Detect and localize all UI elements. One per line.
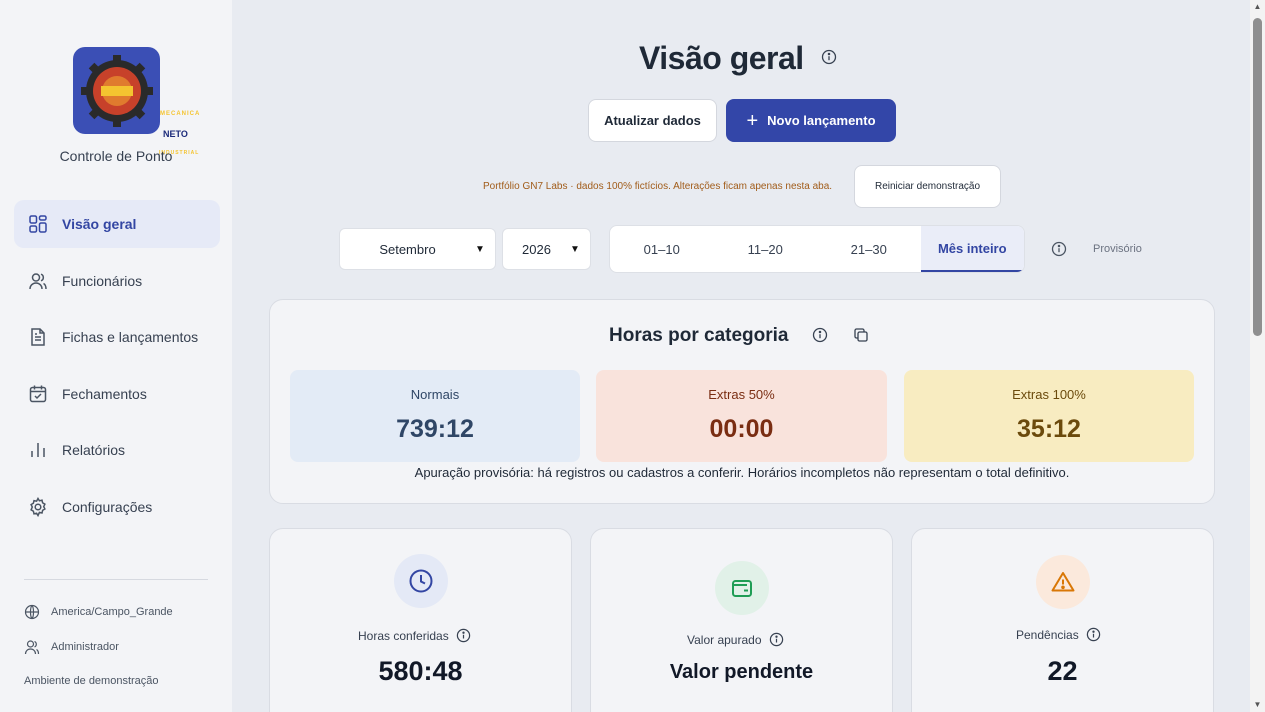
environment-label: Ambiente de demonstração: [24, 675, 159, 687]
app-name: Controle de Ponto: [59, 148, 173, 164]
calendar-check-icon: [28, 384, 48, 404]
scroll-thumb[interactable]: [1253, 18, 1262, 336]
stat-card-pendencias: Pendências 22: [911, 528, 1214, 712]
tile-extras-100: Extras 100% 35:12: [904, 370, 1194, 462]
sidebar-item-label: Funcionários: [62, 272, 143, 289]
tile-value: 35:12: [1017, 415, 1081, 443]
provisional-note: Apuração provisória: há registros ou cad…: [414, 465, 1070, 480]
user-icon: [24, 639, 40, 655]
hours-card-title: Horas por categoria: [609, 325, 789, 346]
refresh-button[interactable]: Atualizar dados: [588, 99, 717, 142]
stat-label: Pendências: [1016, 627, 1101, 642]
info-icon[interactable]: [456, 628, 471, 643]
sidebar-item-fichas[interactable]: Fichas e lançamentos: [14, 313, 220, 361]
sidebar-item-relatorios[interactable]: Relatórios: [14, 426, 220, 474]
stat-value: 22: [1047, 656, 1078, 686]
year-value: 2026: [522, 241, 551, 257]
sidebar-item-label: Visão geral: [62, 216, 137, 232]
stat-label-text: Pendências: [1016, 627, 1079, 642]
tile-extras-50: Extras 50% 00:00: [596, 370, 887, 462]
sidebar-divider: [24, 579, 208, 580]
grid-icon: [28, 214, 48, 234]
globe-icon: [24, 604, 40, 620]
tile-label: Extras 100%: [1012, 387, 1086, 402]
month-select[interactable]: Setembro ▼: [339, 228, 496, 270]
stat-card-valor-apurado: Valor apurado Valor pendente: [590, 528, 893, 712]
sidebar-item-funcionarios[interactable]: Funcionários: [14, 257, 220, 305]
month-value: Setembro: [379, 241, 436, 257]
tab-period-11-20[interactable]: 11–20: [714, 226, 818, 272]
role-label: Administrador: [51, 641, 119, 653]
tile-label: Extras 50%: [708, 387, 775, 402]
logo-center-text: NETO: [163, 129, 188, 139]
copy-icon[interactable]: [853, 327, 869, 343]
stat-label: Horas conferidas: [358, 628, 471, 643]
sidebar-item-fechamentos[interactable]: Fechamentos: [14, 370, 220, 418]
sidebar-item-label: Fechamentos: [62, 385, 147, 402]
status-label: Provisório: [1093, 243, 1142, 255]
timezone-info: America/Campo_Grande: [24, 604, 173, 620]
stat-value: Valor pendente: [669, 661, 814, 683]
tile-value: 00:00: [709, 415, 774, 443]
tile-label: Normais: [410, 387, 460, 402]
new-entry-label: Novo lançamento: [767, 113, 876, 128]
gear-icon: [28, 496, 48, 517]
chevron-down-icon: ▼: [475, 243, 485, 255]
tab-period-full-month[interactable]: Mês inteiro: [920, 226, 1024, 272]
info-icon[interactable]: [769, 632, 784, 647]
sidebar-item-configuracoes[interactable]: Configurações: [14, 483, 220, 531]
sidebar-item-visao-geral[interactable]: Visão geral: [14, 200, 220, 248]
demo-note: Portfólio GN7 Labs · dados 100% fictício…: [483, 181, 833, 192]
sidebar-item-label: Fichas e lançamentos: [62, 329, 199, 345]
sidebar-item-label: Configurações: [62, 498, 153, 515]
timezone-label: America/Campo_Grande: [51, 606, 173, 618]
info-icon[interactable]: [812, 327, 828, 343]
gear-logo-icon: [80, 54, 153, 127]
reset-demo-button[interactable]: Reiniciar demonstração: [854, 165, 1001, 208]
role-info: Administrador: [24, 639, 119, 655]
chevron-down-icon: ▼: [570, 243, 580, 255]
tab-period-01-10[interactable]: 01–10: [610, 226, 714, 272]
users-icon: [28, 271, 48, 291]
sidebar-item-label: Relatórios: [62, 442, 126, 458]
bar-chart-icon: [28, 440, 48, 460]
company-logo: NETO MECANICA INDUSTRIAL: [73, 47, 199, 156]
tile-normais: Normais 739:12: [290, 370, 580, 462]
year-select[interactable]: 2026 ▼: [502, 228, 591, 270]
tab-period-21-30[interactable]: 21–30: [817, 226, 921, 272]
document-icon: [28, 327, 48, 347]
info-icon[interactable]: [821, 49, 837, 65]
tile-value: 739:12: [396, 415, 474, 443]
period-tabs: 01–10 11–20 21–30 Mês inteiro: [609, 225, 1025, 273]
wallet-icon: [715, 561, 769, 615]
clock-icon: [394, 554, 448, 608]
plus-icon: +: [746, 109, 759, 132]
new-entry-button[interactable]: + Novo lançamento: [726, 99, 896, 142]
stat-value: 580:48: [378, 656, 463, 686]
stat-label-text: Horas conferidas: [358, 628, 449, 643]
stat-label: Valor apurado: [687, 632, 784, 647]
info-icon[interactable]: [1086, 627, 1101, 642]
sidebar-nav: Visão geral Funcionários Fichas e lançam…: [14, 200, 220, 539]
warning-icon: [1036, 555, 1090, 609]
logo-ring-text: MECANICA: [160, 111, 201, 117]
scrollbar[interactable]: ▲ ▼: [1250, 0, 1265, 712]
info-icon[interactable]: [1051, 241, 1067, 257]
scroll-up-icon[interactable]: ▲: [1253, 2, 1262, 12]
scroll-down-icon[interactable]: ▼: [1253, 700, 1262, 710]
sidebar: NETO MECANICA INDUSTRIAL Controle de Pon…: [0, 0, 232, 712]
page-title: Visão geral: [639, 40, 804, 76]
stat-label-text: Valor apurado: [687, 632, 762, 647]
stat-card-horas-conferidas: Horas conferidas 580:48: [269, 528, 572, 712]
